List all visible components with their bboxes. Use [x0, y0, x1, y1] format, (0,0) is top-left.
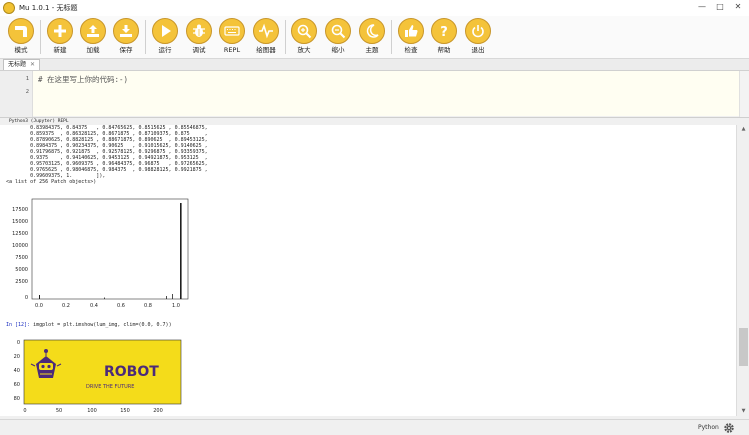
code-editor[interactable]: 1 2 # 在这里写上你的代码:-): [0, 70, 749, 117]
x-tick-label: 0.2: [62, 303, 70, 309]
scroll-up-icon[interactable]: ▲: [737, 125, 749, 134]
y-tick-label: 12500: [12, 231, 28, 237]
repl-input-line: In [12]: imgplot = plt.imshow(lum_img, c…: [6, 322, 172, 329]
line-number: 1: [25, 76, 29, 82]
repl-console[interactable]: 0.83984375, 0.84375 , 0.84765625, 0.8515…: [0, 125, 736, 416]
x-tick-label: 150: [120, 408, 130, 414]
theme-button[interactable]: 主题: [357, 18, 387, 58]
scroll-thumb[interactable]: [739, 328, 748, 366]
plus-icon: [47, 18, 73, 44]
upload-icon: [80, 18, 106, 44]
thumbs-up-icon: [398, 18, 424, 44]
repl-output-line: <a list of 256 Patch objects>): [3, 179, 97, 185]
plotter-button[interactable]: 绘图器: [251, 18, 281, 58]
robot-logo-tagline: DRIVE THE FUTURE: [86, 384, 134, 390]
close-icon[interactable]: ✕: [731, 1, 745, 13]
load-button[interactable]: 加载: [78, 18, 108, 58]
download-icon: [113, 18, 139, 44]
status-bar: Python: [0, 419, 749, 435]
tab-untitled[interactable]: 无标题 ✕: [3, 59, 41, 70]
x-tick-label: 200: [153, 408, 163, 414]
zoom-out-icon: [325, 18, 351, 44]
x-tick-label: 0: [23, 408, 26, 414]
mode-indicator[interactable]: Python: [698, 422, 719, 434]
y-tick-label: 0: [25, 295, 28, 301]
maximize-icon[interactable]: □: [713, 1, 727, 13]
histogram-axes: [31, 198, 189, 300]
code-line[interactable]: # 在这里写上你的代码:-): [38, 74, 128, 85]
histogram-bar: [39, 295, 40, 299]
minimize-icon[interactable]: —: [695, 1, 709, 13]
line-number-gutter: 1 2: [0, 71, 33, 117]
image-plot: 0 20 40 60 80 0 50 100 150 200 ROBOT DRI…: [14, 339, 182, 414]
mode-button[interactable]: 模式: [6, 18, 36, 58]
save-button[interactable]: 保存: [111, 18, 141, 58]
title-bar: Mu 1.0.1 - 无标题 — □ ✕: [0, 0, 749, 16]
y-tick-label: 5000: [15, 267, 28, 273]
x-tick-label: 0.0: [35, 303, 43, 309]
histogram-plot: 17500 15000 12500 10000 7500 5000 2500 0…: [12, 198, 189, 309]
y-tick-label: 2500: [15, 279, 28, 285]
x-tick-label: 0.8: [144, 303, 152, 309]
x-tick-label: 0.6: [117, 303, 125, 309]
repl-button[interactable]: REPL: [217, 18, 247, 58]
quit-button[interactable]: 退出: [463, 18, 493, 58]
y-tick-label: 80: [14, 396, 20, 402]
repl-pane-header: Python3 (Jupyter) REPL: [0, 117, 749, 125]
bug-icon: [186, 18, 212, 44]
y-tick-label: 10000: [12, 243, 28, 249]
mu-app-icon: [3, 2, 15, 14]
repl-scrollbar[interactable]: ▲ ▼: [736, 125, 749, 416]
input-code: imgplot = plt.imshow(lum_img, clim=(0.0,…: [30, 322, 172, 328]
histogram-bar: [180, 203, 182, 299]
histogram-bar: [104, 297, 105, 299]
input-prompt: In [12]:: [6, 322, 31, 328]
tab-label: 无标题: [8, 61, 27, 68]
histogram-bar: [172, 294, 173, 299]
y-tick-label: 7500: [15, 255, 28, 261]
y-tick-label: 60: [14, 382, 20, 388]
quit-button-label: 退出: [471, 46, 485, 54]
mode-icon: [8, 18, 34, 44]
zoom-out-button[interactable]: 缩小: [323, 18, 353, 58]
window-title: Mu 1.0.1 - 无标题: [19, 4, 78, 12]
histogram-bar: [166, 296, 167, 299]
toolbar: 模式 新建 加载 保存 运行 调试 REPL 绘图器 放大 缩小 主题 检查 ?…: [0, 16, 749, 59]
check-button[interactable]: 检查: [396, 18, 426, 58]
keyboard-icon: [219, 18, 245, 44]
y-tick-label: 40: [14, 368, 20, 374]
robot-logo-text: ROBOT: [104, 364, 159, 380]
y-tick-label: 20: [14, 354, 20, 360]
x-tick-label: 50: [56, 408, 62, 414]
y-tick-label: 15000: [12, 219, 28, 225]
y-tick-label: 0: [17, 340, 20, 346]
theme-button-label: 主题: [365, 46, 379, 54]
x-tick-label: 1.0: [172, 303, 180, 309]
svg-text:?: ?: [440, 25, 448, 39]
waveform-icon: [253, 18, 279, 44]
run-button[interactable]: 运行: [150, 18, 180, 58]
mode-button-label: 模式: [14, 46, 28, 54]
debug-button[interactable]: 调试: [184, 18, 214, 58]
new-button[interactable]: 新建: [45, 18, 75, 58]
gear-icon[interactable]: [722, 421, 736, 435]
y-tick-label: 17500: [12, 207, 28, 213]
zoom-in-button[interactable]: 放大: [289, 18, 319, 58]
zoom-in-icon: [291, 18, 317, 44]
power-icon: [465, 18, 491, 44]
play-icon: [152, 18, 178, 44]
moon-icon: [359, 18, 385, 44]
x-tick-label: 0.4: [90, 303, 98, 309]
tab-bar: 无标题 ✕: [0, 59, 749, 70]
line-number: 2: [25, 89, 29, 95]
editor-scrollbar[interactable]: [739, 71, 749, 117]
x-tick-label: 100: [87, 408, 97, 414]
mu-editor-window: Mu 1.0.1 - 无标题 — □ ✕ 模式 新建 加载 保存 运行 调试 R…: [0, 0, 749, 435]
scroll-down-icon[interactable]: ▼: [737, 407, 749, 416]
question-icon: ?: [431, 18, 457, 44]
plotter-button-label: 绘图器: [256, 46, 276, 54]
save-button-label: 保存: [119, 46, 133, 54]
tab-close-icon[interactable]: ✕: [30, 61, 35, 68]
help-button[interactable]: ? 帮助: [429, 18, 459, 58]
